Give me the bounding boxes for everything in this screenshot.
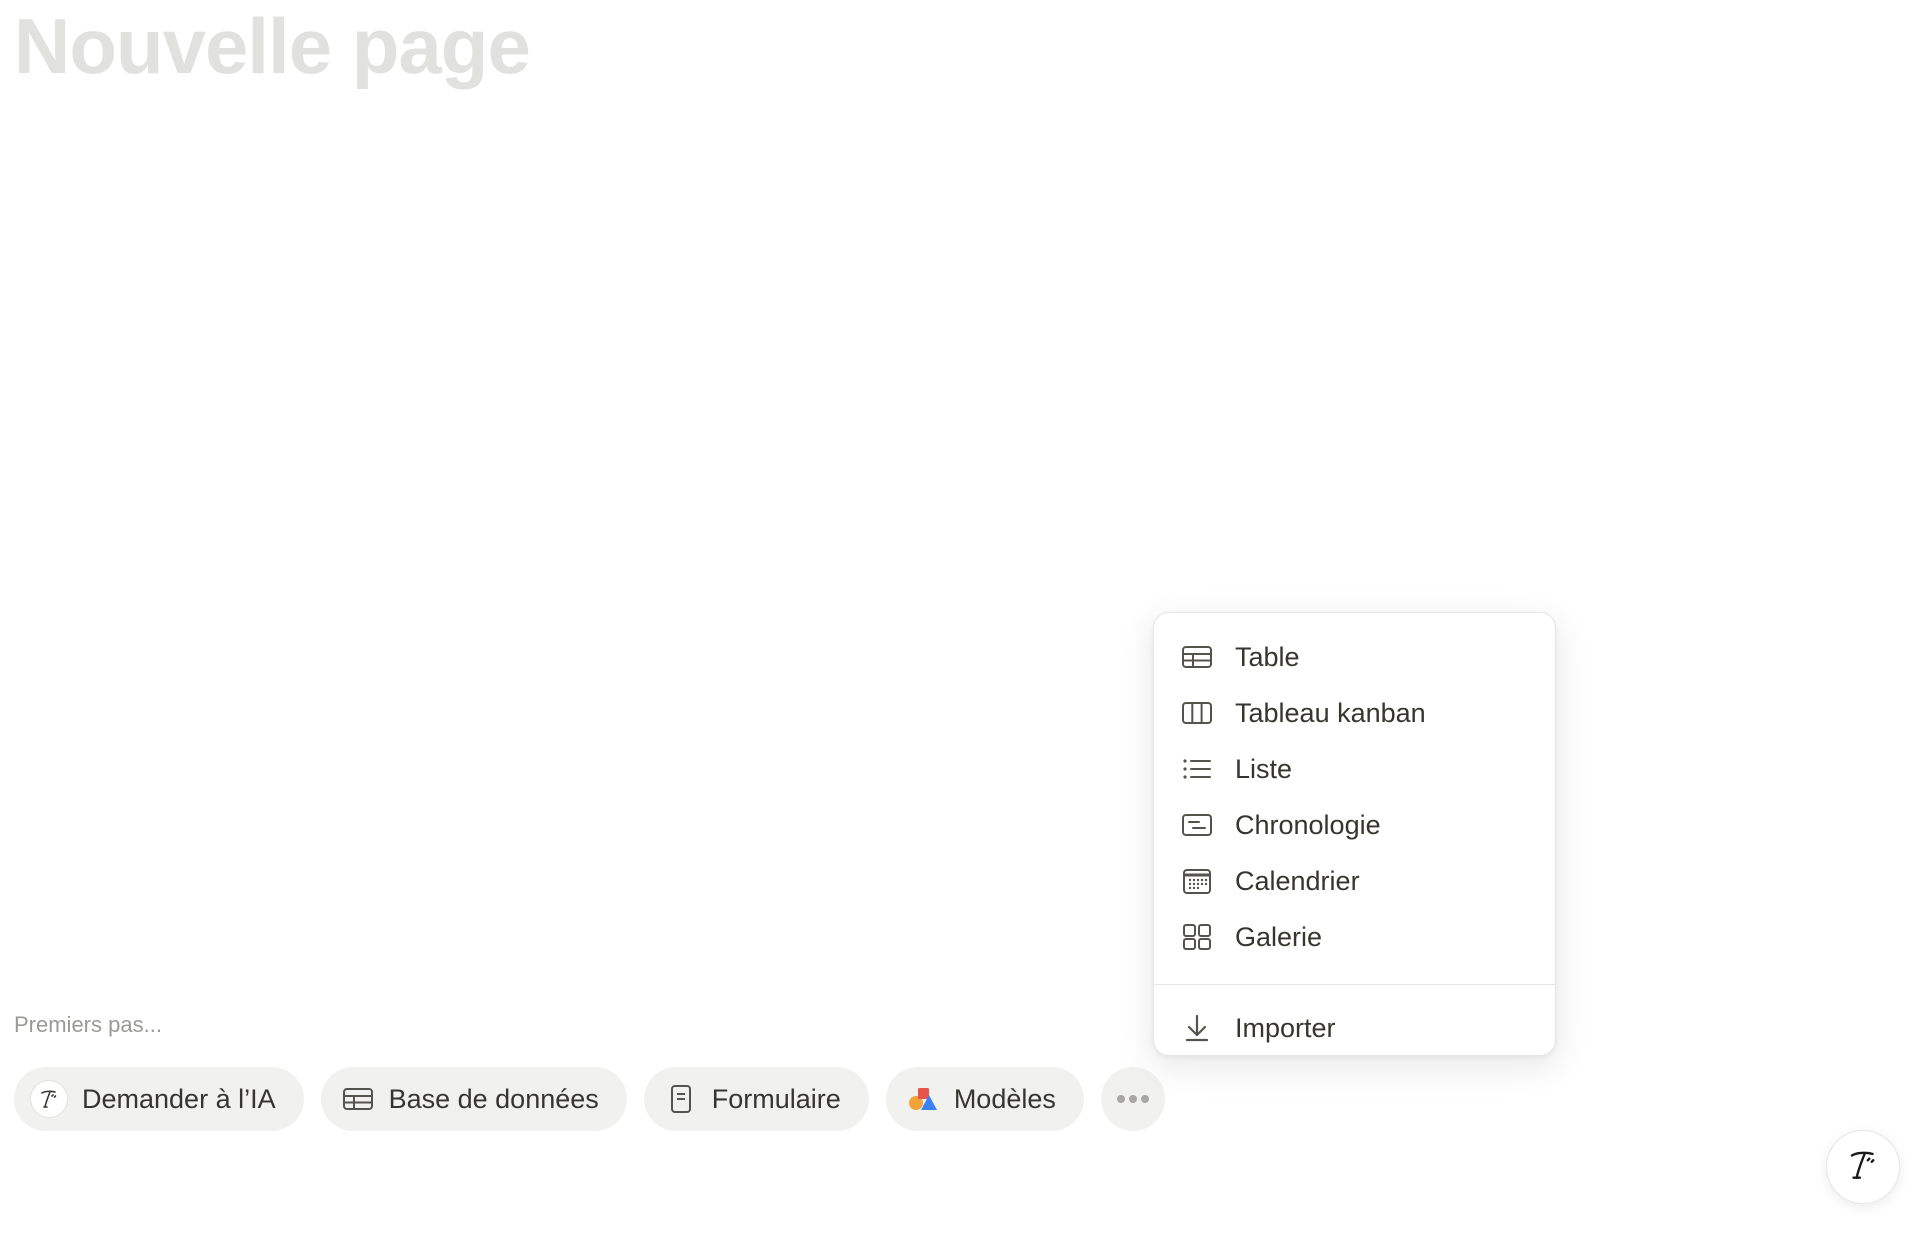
menu-item-timeline[interactable]: Chronologie <box>1154 797 1555 853</box>
menu-item-import[interactable]: Importer <box>1154 1000 1555 1056</box>
database-label: Base de données <box>388 1083 599 1114</box>
menu-item-board[interactable]: Tableau kanban <box>1154 685 1555 741</box>
menu-divider <box>1154 984 1555 985</box>
table-icon <box>1181 641 1213 673</box>
templates-icon <box>906 1082 940 1116</box>
menu-item-label: Tableau kanban <box>1235 697 1426 728</box>
ai-assistant-button[interactable] <box>1826 1130 1900 1204</box>
menu-item-label: Chronologie <box>1235 809 1381 840</box>
ai-face-icon <box>30 1080 68 1118</box>
menu-item-calendar[interactable]: Calendrier <box>1154 853 1555 909</box>
templates-label: Modèles <box>953 1083 1056 1114</box>
form-label: Formulaire <box>711 1083 841 1114</box>
getting-started-label: Premiers pas... <box>14 1012 162 1037</box>
timeline-icon <box>1181 809 1213 841</box>
menu-item-label: Importer <box>1235 1012 1336 1043</box>
database-views-menu: Table Tableau kanban Liste Chronologie C… <box>1153 612 1556 1056</box>
getting-started-chips: Demander à l’IA Base de données Formulai… <box>14 1067 1165 1131</box>
calendar-icon <box>1181 865 1213 897</box>
menu-item-label: Liste <box>1235 753 1293 784</box>
menu-item-list[interactable]: Liste <box>1154 741 1555 797</box>
list-icon <box>1181 753 1213 785</box>
gallery-icon <box>1181 921 1213 953</box>
form-icon <box>664 1082 698 1116</box>
ask-ai-label: Demander à l’IA <box>82 1083 276 1114</box>
menu-item-table[interactable]: Table <box>1154 629 1555 685</box>
menu-item-label: Calendrier <box>1235 865 1360 896</box>
menu-item-gallery[interactable]: Galerie <box>1154 909 1555 965</box>
ask-ai-button[interactable]: Demander à l’IA <box>14 1067 304 1131</box>
database-button[interactable]: Base de données <box>320 1067 627 1131</box>
ai-face-icon <box>1844 1145 1882 1190</box>
more-options-button[interactable] <box>1100 1067 1165 1131</box>
table-icon <box>341 1082 375 1116</box>
form-button[interactable]: Formulaire <box>643 1067 869 1131</box>
templates-button[interactable]: Modèles <box>885 1067 1084 1131</box>
download-arrow-icon <box>1181 1012 1213 1044</box>
menu-item-label: Table <box>1235 641 1300 672</box>
page-title[interactable]: Nouvelle page <box>14 2 531 92</box>
board-icon <box>1181 697 1213 729</box>
more-dots-icon <box>1116 1095 1149 1103</box>
page-canvas: Nouvelle page Premiers pas... Demander à… <box>0 0 1925 1233</box>
menu-item-label: Galerie <box>1235 921 1323 952</box>
